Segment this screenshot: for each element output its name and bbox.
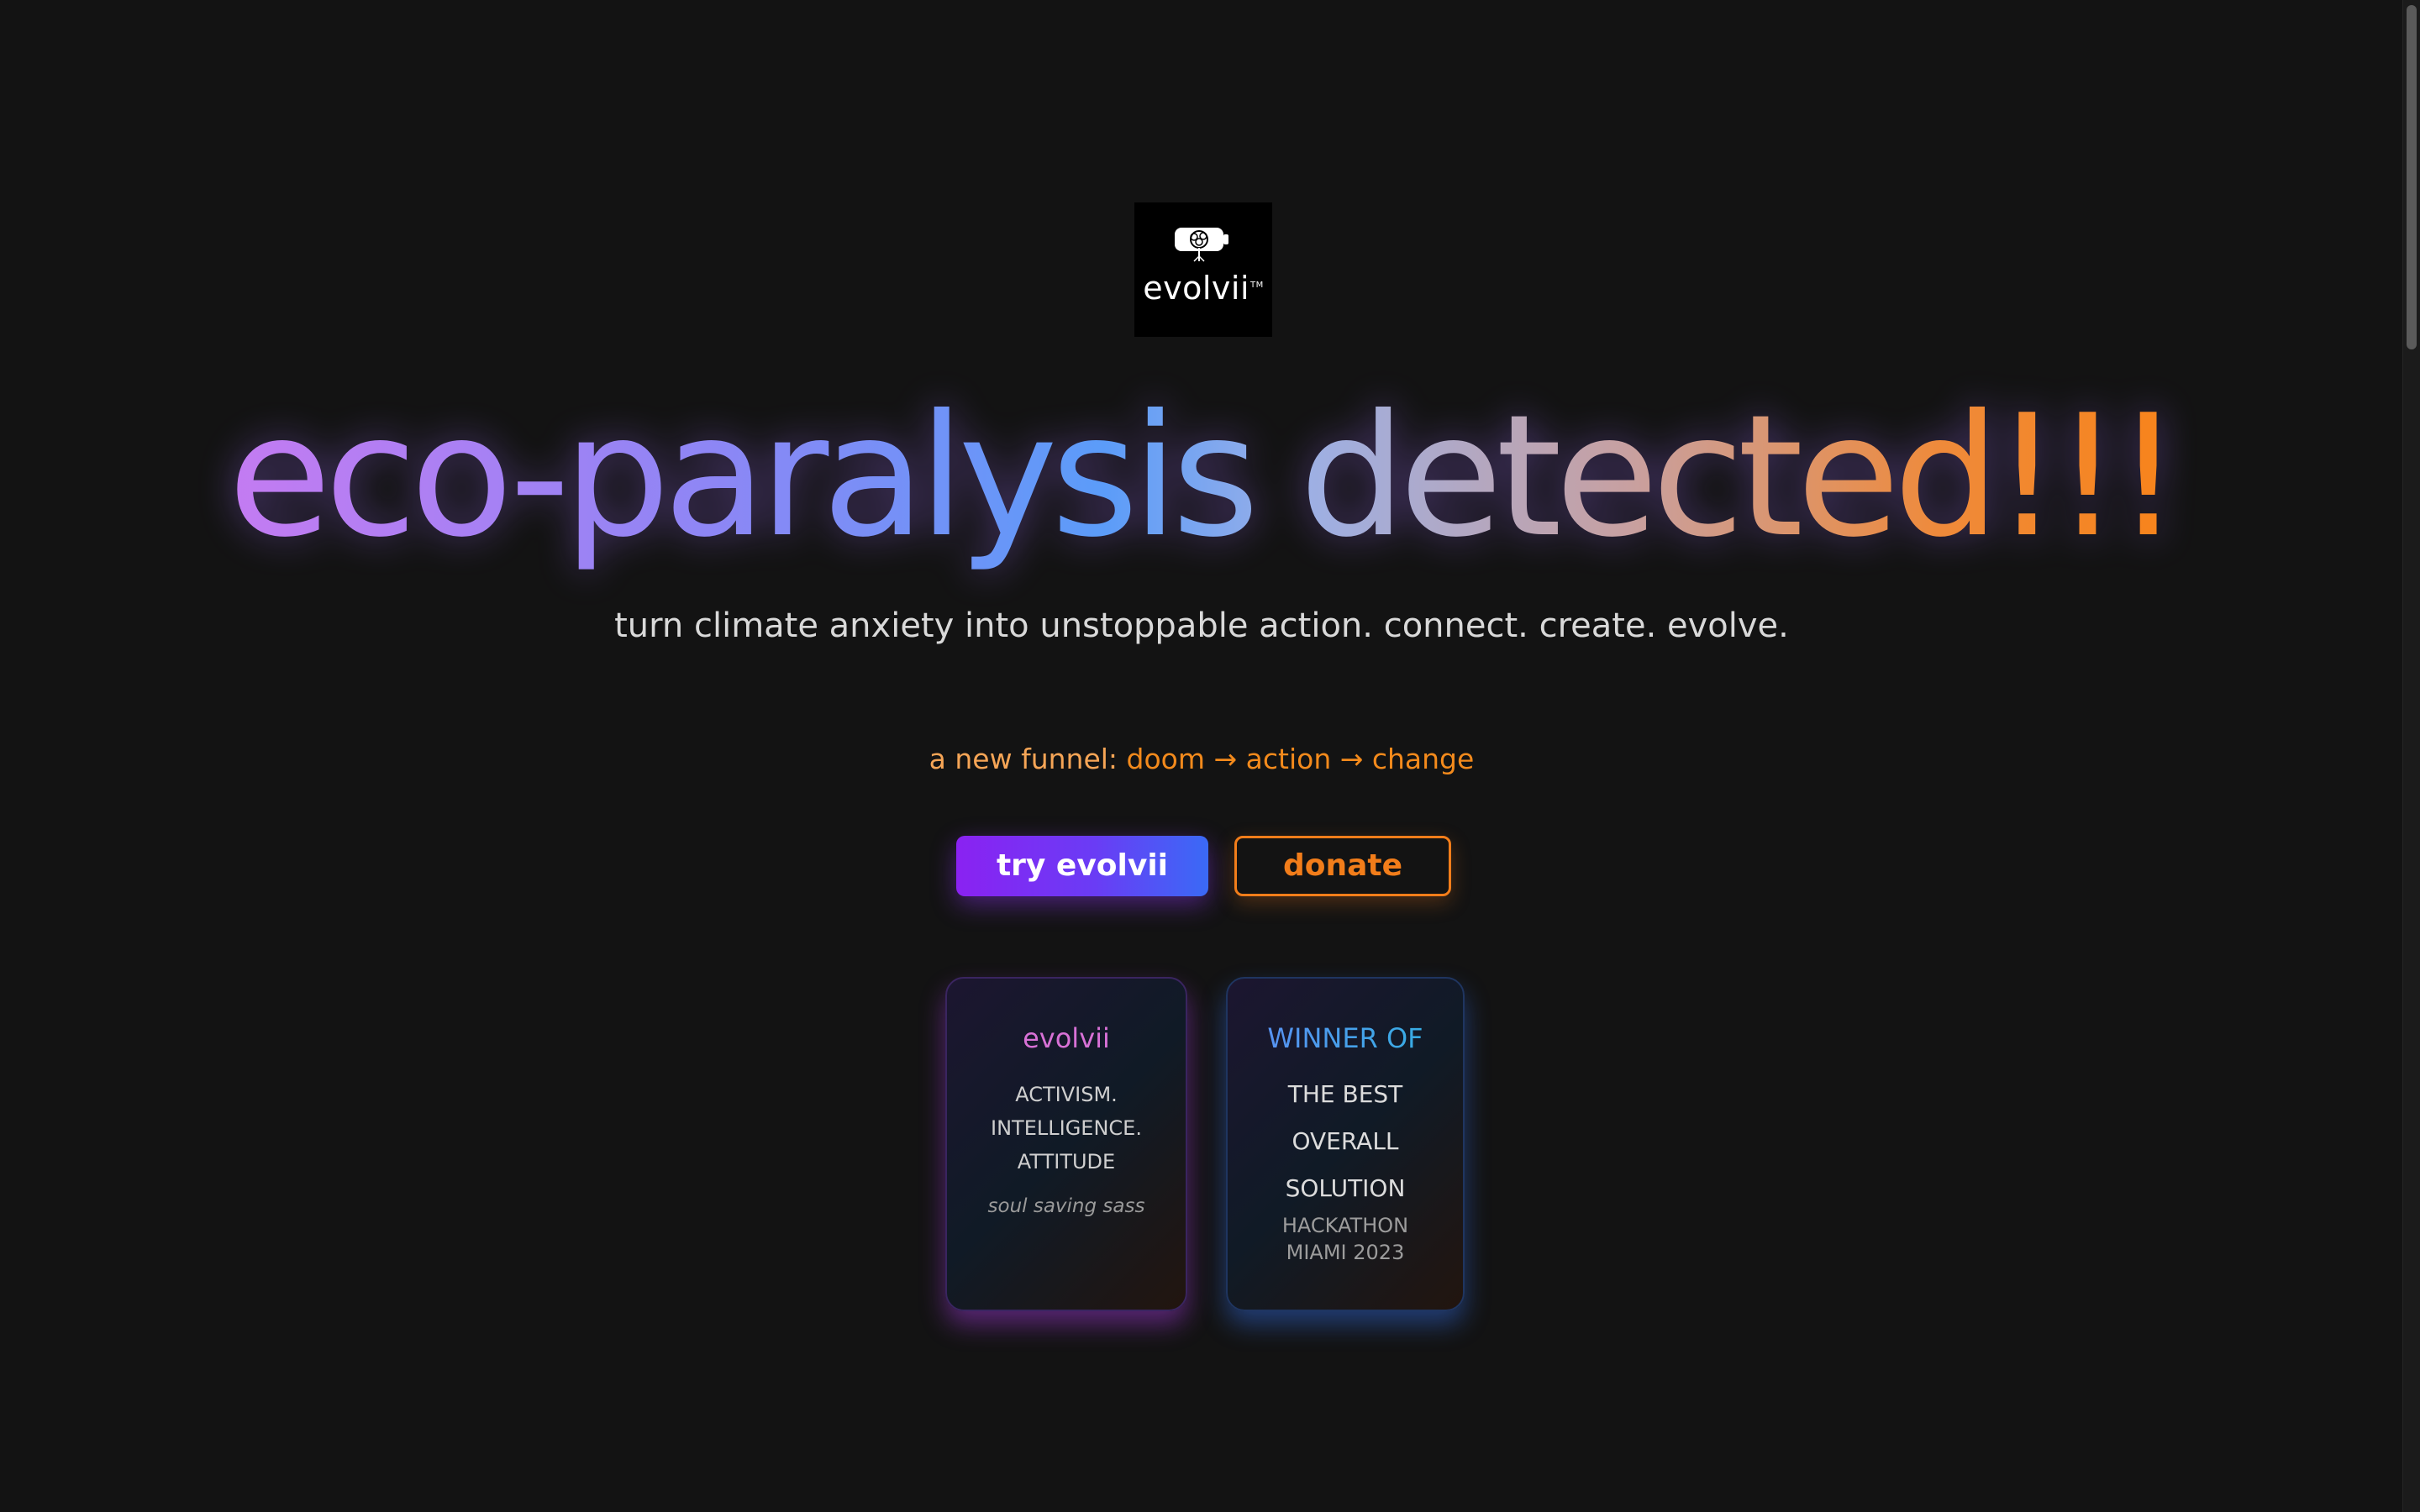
hero-headline: eco-paralysis detected!!! xyxy=(0,376,2403,578)
brand-card: evolvii ACTIVISM. INTELLIGENCE. ATTITUDE… xyxy=(945,977,1187,1311)
trademark-mark: TM xyxy=(1250,281,1264,291)
motto-line: ATTITUDE xyxy=(1017,1150,1116,1173)
award-line: THE BEST xyxy=(1287,1080,1403,1108)
motto-line: ACTIVISM. xyxy=(1015,1083,1118,1106)
event-line: MIAMI 2023 xyxy=(1286,1241,1405,1264)
battery-tree-icon xyxy=(1175,228,1228,262)
funnel-steps: doom → action → change xyxy=(1126,743,1475,775)
hero-headline-text: eco-paralysis detected!!! xyxy=(228,379,2181,575)
award-card-event: HACKATHON MIAMI 2023 xyxy=(1228,1212,1463,1266)
event-line: HACKATHON xyxy=(1281,1214,1409,1237)
funnel-line: a new funnel: doom → action → change xyxy=(0,743,2403,775)
award-line: OVERALL xyxy=(1292,1127,1399,1155)
brand-card-motto: ACTIVISM. INTELLIGENCE. ATTITUDE xyxy=(947,1078,1186,1179)
brand-card-title: evolvii xyxy=(1023,1022,1110,1054)
logo-wordmark: evolviiTM xyxy=(1143,270,1264,307)
page: evolviiTM eco-paralysis detected!!! turn… xyxy=(0,0,2420,1512)
scrollbar-thumb[interactable] xyxy=(2407,5,2417,349)
donate-button[interactable]: donate xyxy=(1234,836,1451,896)
award-line: SOLUTION xyxy=(1285,1174,1406,1202)
award-card-title: WINNER OF xyxy=(1228,1022,1463,1054)
vertical-scrollbar[interactable] xyxy=(2402,0,2420,1512)
try-evolvii-button[interactable]: try evolvii xyxy=(956,836,1208,896)
hero-tagline: turn climate anxiety into unstoppable ac… xyxy=(614,606,1789,645)
brand-card-subtitle: soul saving sass xyxy=(987,1195,1145,1217)
funnel-label: a new funnel: xyxy=(929,743,1118,775)
evolvii-logo[interactable]: evolviiTM xyxy=(1134,202,1272,337)
award-card-text: THE BEST OVERALL SOLUTION xyxy=(1228,1071,1463,1212)
motto-line: INTELLIGENCE. xyxy=(991,1116,1142,1140)
award-card: WINNER OF THE BEST OVERALL SOLUTION HACK… xyxy=(1226,977,1465,1311)
